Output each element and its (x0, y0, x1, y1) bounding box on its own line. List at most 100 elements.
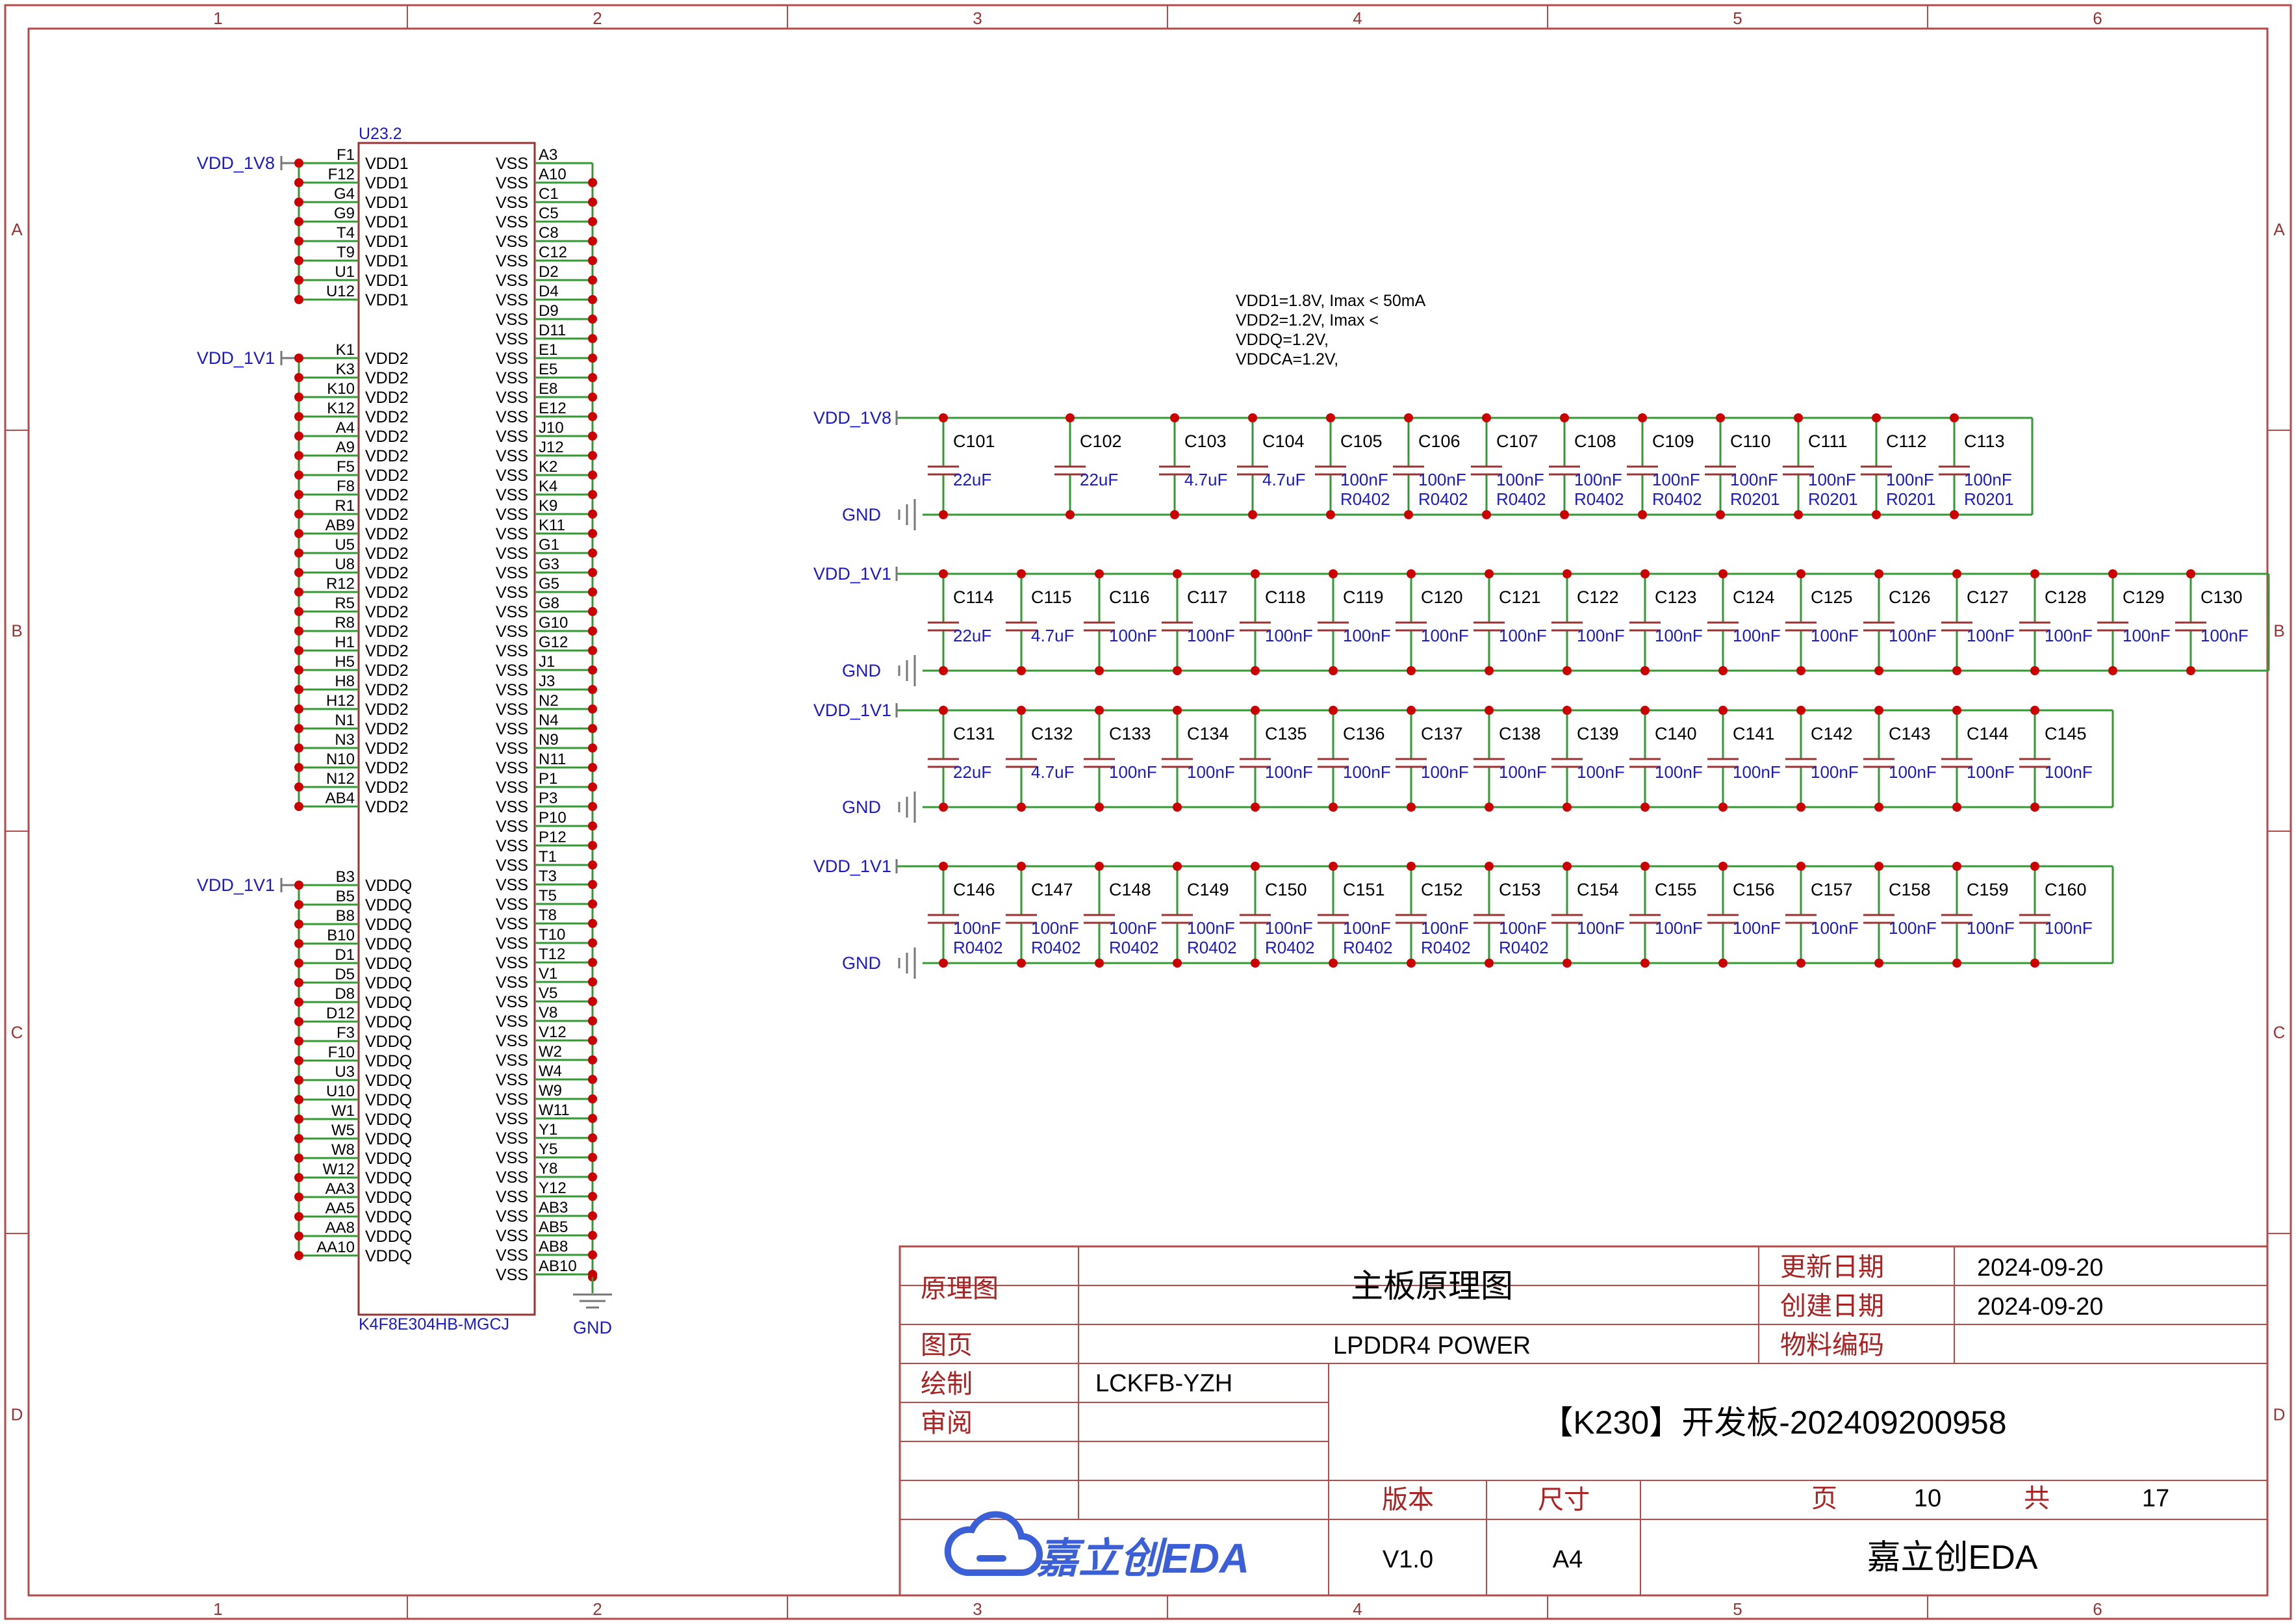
pin-name: VDDQ (365, 896, 412, 914)
version: V1.0 (1383, 1546, 1433, 1573)
cap-value: 4.7uF (1262, 470, 1306, 489)
capacitor-c104: C104 4.7uF (1237, 413, 1306, 519)
zone-column-label: 5 (1733, 8, 1742, 28)
pin-name: VDDQ (365, 1052, 412, 1070)
pin-number: J12 (539, 439, 564, 456)
capacitor-c158: C158 100nF (1863, 862, 1937, 968)
junction-dot (1485, 803, 1494, 812)
pin-number: J10 (539, 419, 564, 437)
pin-dot (294, 256, 303, 265)
pin-name: VSS (496, 915, 528, 933)
pin-name: VDDQ (365, 935, 412, 953)
junction-dot (1170, 413, 1179, 422)
pin-name: VSS (496, 564, 528, 582)
label-total: 共 (2024, 1484, 2050, 1513)
cap-designator: C129 (2123, 587, 2165, 607)
pin-number: K11 (539, 517, 565, 534)
pin-dot (588, 919, 597, 928)
pin-dot (294, 159, 303, 168)
cap-value: 100nF (1031, 918, 1079, 938)
pin-dot (588, 1231, 597, 1240)
capacitor-c139: C139 100nF (1551, 706, 1625, 812)
pin-name: VDDQ (365, 1130, 412, 1148)
note-line: VDD2=1.2V, Imax < (1236, 311, 1379, 329)
pin-dot (588, 1094, 597, 1103)
pin-number: K1 (336, 341, 355, 359)
junction-dot (1950, 413, 1959, 422)
pin-dot (588, 1016, 597, 1025)
pin-dot (294, 743, 303, 753)
cap-designator: C110 (1730, 432, 1771, 451)
junction-dot (1794, 510, 1803, 519)
cap-designator: C117 (1187, 587, 1228, 607)
pin-dot (294, 646, 303, 655)
pin-dot (294, 373, 303, 382)
pin-dot (588, 1211, 597, 1220)
pin-dot (588, 354, 597, 363)
pin-dot (294, 998, 303, 1007)
pin-name: VDDQ (365, 916, 412, 934)
cap-designator: C118 (1265, 587, 1306, 607)
capacitor-c112: C112 100nFR0201 (1861, 413, 1936, 519)
junction-dot (939, 959, 948, 968)
cap-designator: C125 (1811, 587, 1853, 607)
zone-row-label: C (2273, 1023, 2286, 1042)
pin-name: VDD2 (365, 779, 409, 797)
pin-number: D1 (335, 946, 355, 964)
pin-number: AB4 (325, 790, 355, 807)
cap-value: 100nF (1265, 626, 1313, 645)
pin-dot (588, 217, 597, 226)
decoupling-capacitor-array: VDD_1V8 GND C101 22uF C102 22uF C103 4.7uF C104 4… (813, 408, 2270, 979)
pin-number: U8 (335, 556, 355, 573)
pin-number: K3 (336, 361, 355, 378)
capacitor-c157: C157 100nF (1785, 862, 1859, 968)
label-pg: 页 (1811, 1484, 1837, 1513)
pin-name: VDD2 (365, 447, 409, 465)
cap-designator: C138 (1499, 724, 1541, 743)
pin-number: Y1 (539, 1121, 557, 1139)
cap-value: 100nF (1499, 762, 1547, 782)
zone-row-label: D (2273, 1405, 2286, 1424)
pin-number: D4 (539, 283, 559, 300)
cap-designator: C158 (1889, 880, 1931, 899)
cap-value: 100nF (1421, 762, 1469, 782)
cap-designator: C104 (1262, 432, 1305, 451)
junction-dot (1718, 959, 1728, 968)
pin-name: VSS (496, 759, 528, 777)
capacitor-c105: C105 100nFR0402 (1315, 413, 1390, 519)
capacitor-c143: C143 100nF (1863, 706, 1937, 812)
pin-name: VSS (496, 174, 528, 192)
pin-number: Y5 (539, 1141, 557, 1158)
capacitor-c110: C110 100nFR0201 (1705, 413, 1780, 519)
pin-name: VSS (496, 662, 528, 680)
pin-number: D12 (326, 1005, 355, 1022)
pin-dot (294, 1231, 303, 1241)
pin-number: V5 (539, 985, 557, 1002)
pin-number: F5 (337, 458, 355, 476)
junction-dot (1952, 862, 1961, 871)
cap-value: 100nF (2045, 762, 2093, 782)
pin-number: H8 (335, 673, 355, 690)
cap-package: R0201 (1886, 489, 1936, 509)
junction-dot (2030, 803, 2039, 812)
junction-dot (1329, 706, 1338, 715)
pin-number: G4 (334, 185, 355, 203)
junction-dot (1095, 959, 1104, 968)
junction-dot (1017, 706, 1026, 715)
pin-name: VSS (496, 818, 528, 836)
pin-dot (294, 1076, 303, 1085)
pin-number: T9 (337, 244, 355, 261)
pin-dot (588, 1075, 597, 1084)
ic-u23-2[interactable]: U23.2 K4F8E304HB-MGCJ VDD_1V8 F1 VDD1 F12 VDD1… (197, 125, 612, 1337)
cap-designator: C160 (2045, 880, 2087, 899)
cap-designator: C124 (1733, 587, 1775, 607)
pin-dot (588, 178, 597, 187)
cap-designator: C127 (1967, 587, 2009, 607)
pin-name: VDD2 (365, 720, 409, 738)
company-name: 嘉立创EDA (1867, 1539, 2038, 1577)
pin-name: VDD2 (365, 798, 409, 816)
pin-dot (588, 802, 597, 811)
cap-value: 100nF (2123, 626, 2171, 645)
junction-dot (1640, 862, 1650, 871)
pin-name: VSS (496, 311, 528, 329)
